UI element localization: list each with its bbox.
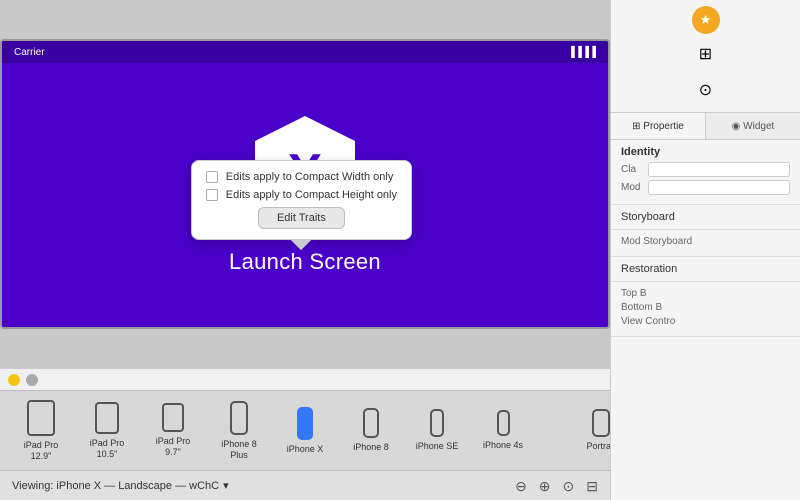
tab-widget[interactable]: ◉ Widget xyxy=(706,113,800,139)
device-ipad-pro-12[interactable]: iPad Pro12.9" xyxy=(16,400,66,462)
iphone-shape xyxy=(363,408,379,438)
zoom-fit-button[interactable]: ⊙ xyxy=(563,479,575,493)
toolbar-icon-star[interactable]: ★ xyxy=(692,6,720,34)
class-label: Cla xyxy=(621,164,636,175)
status-bar: Carrier ▐▐▐▐ xyxy=(2,41,608,63)
device-label-iphone-8: iPhone 8 xyxy=(353,442,389,453)
view-controller-row: View Contro xyxy=(621,316,790,327)
restoration-label: Restoration xyxy=(621,263,677,275)
ipad-pro-12-icon xyxy=(27,400,55,436)
tab-properties[interactable]: ⊞ Propertie xyxy=(611,113,706,139)
top-label: Top B xyxy=(621,288,647,299)
storyboard-label: Storyboard xyxy=(621,211,675,223)
compact-width-label: Edits apply to Compact Width only xyxy=(226,171,394,183)
ipad-shape xyxy=(162,403,184,432)
frame-bottom-bar xyxy=(0,368,610,390)
device-label-iphone-x: iPhone X xyxy=(287,444,324,455)
device-label-portrait: Portrait xyxy=(586,441,610,452)
device-ipad-pro-9[interactable]: iPad Pro9.7" xyxy=(148,403,198,458)
popover-box: Edits apply to Compact Width only Edits … xyxy=(191,160,412,240)
toolbar-icon-grid[interactable]: ⊞ xyxy=(690,38,722,70)
iphone-8-plus-icon xyxy=(230,401,248,435)
zoom-in-button[interactable]: ⊕ xyxy=(539,479,551,493)
mod-storyboard-section: Mod Storyboard xyxy=(611,230,800,257)
top-bottom-row: Top B xyxy=(621,288,790,299)
canvas-area: ◁ Carrier ▐▐▐▐ X Launc xyxy=(0,0,610,500)
view-controller-label: View Contro xyxy=(621,316,675,327)
portrait-shape xyxy=(592,409,610,437)
launch-screen-title: Launch Screen xyxy=(229,249,381,275)
identity-title: Identity xyxy=(621,146,790,158)
battery-indicator: ▐▐▐▐ xyxy=(568,47,596,58)
zoom-actual-button[interactable]: ⊟ xyxy=(586,479,598,493)
iphone-8-icon xyxy=(363,408,379,438)
iphone-shape xyxy=(497,410,510,436)
compact-width-checkbox[interactable] xyxy=(206,171,218,183)
traits-popover: Edits apply to Compact Width only Edits … xyxy=(191,160,412,250)
bottom-label: Bottom B xyxy=(621,302,662,313)
iphone-se-icon xyxy=(430,409,444,437)
compact-height-row: Edits apply to Compact Height only xyxy=(206,189,397,201)
module-input[interactable] xyxy=(648,180,790,195)
edit-traits-button[interactable]: Edit Traits xyxy=(258,207,345,229)
chevron-down-icon[interactable]: ▾ xyxy=(223,479,229,492)
device-label-iphone-se: iPhone SE xyxy=(416,441,459,452)
identity-section: Identity Cla Mod xyxy=(611,140,800,205)
device-picker: iPad Pro12.9" iPad Pro10.5" iPad Pro9.7" xyxy=(0,390,610,470)
compact-height-checkbox[interactable] xyxy=(206,189,218,201)
ipad-shape xyxy=(27,400,55,436)
zoom-controls: ⊖ ⊕ ⊙ ⊟ xyxy=(515,479,598,493)
device-label-iphone-4s: iPhone 4s xyxy=(483,440,523,451)
widget-label: ◉ Widget xyxy=(732,121,775,132)
ipad-pro-10-icon xyxy=(95,402,119,434)
inspector-extra: Top B Bottom B View Contro xyxy=(611,282,800,337)
canvas-scroll: ◁ Carrier ▐▐▐▐ X Launc xyxy=(0,0,610,368)
device-iphone-4s[interactable]: iPhone 4s xyxy=(478,410,528,451)
device-iphone-se[interactable]: iPhone SE xyxy=(412,409,462,452)
carrier-label: Carrier xyxy=(14,47,45,58)
edit-traits-container: Edit Traits xyxy=(206,207,397,229)
toolbar-icon-circle[interactable]: ⊙ xyxy=(690,74,722,106)
device-label-ipad-pro-10: iPad Pro10.5" xyxy=(90,438,125,460)
bottom-bar: Viewing: iPhone X — Landscape — wChC ▾ ⊖… xyxy=(0,470,610,500)
mod-storyboard-row: Mod Storyboard xyxy=(621,236,790,247)
properties-label: ⊞ Propertie xyxy=(632,121,684,132)
right-panel: ★ ⊞ ⊙ ⊞ Propertie ◉ Widget Identity Cla … xyxy=(610,0,800,500)
popover-arrow xyxy=(291,240,311,250)
device-portrait[interactable]: Portrait xyxy=(576,409,610,452)
ipad-shape xyxy=(95,402,119,434)
bottom-row: Bottom B xyxy=(621,302,790,313)
iphone-x-icon xyxy=(297,407,313,440)
device-iphone-x[interactable]: iPhone X xyxy=(280,407,330,455)
device-label-ipad-pro-12: iPad Pro12.9" xyxy=(24,440,59,462)
iphone-x-shape xyxy=(297,407,313,440)
yellow-dot xyxy=(8,374,20,386)
device-iphone-8-plus[interactable]: iPhone 8Plus xyxy=(214,401,264,461)
device-iphone-8[interactable]: iPhone 8 xyxy=(346,408,396,453)
device-label-ipad-pro-9: iPad Pro9.7" xyxy=(156,436,191,458)
right-toolbar: ★ ⊞ ⊙ xyxy=(611,0,800,113)
gray-dot xyxy=(26,374,38,386)
restoration-section: Restoration xyxy=(611,257,800,282)
compact-height-label: Edits apply to Compact Height only xyxy=(226,189,397,201)
viewing-text: Viewing: iPhone X — Landscape — wChC xyxy=(12,480,219,492)
class-row: Cla xyxy=(621,162,790,177)
iphone-4s-icon xyxy=(497,410,510,436)
module-row: Mod xyxy=(621,180,790,195)
viewing-label: Viewing: iPhone X — Landscape — wChC ▾ xyxy=(12,479,229,492)
storyboard-section: Storyboard xyxy=(611,205,800,230)
inspector-tabs: ⊞ Propertie ◉ Widget xyxy=(611,113,800,140)
iphone-shape xyxy=(430,409,444,437)
class-input[interactable] xyxy=(648,162,790,177)
ipad-pro-9-icon xyxy=(162,403,184,432)
portrait-icon xyxy=(592,409,610,437)
zoom-out-button[interactable]: ⊖ xyxy=(515,479,527,493)
module-label: Mod xyxy=(621,182,640,193)
iphone-shape xyxy=(230,401,248,435)
device-ipad-pro-10[interactable]: iPad Pro10.5" xyxy=(82,402,132,460)
compact-width-row: Edits apply to Compact Width only xyxy=(206,171,397,183)
mod-storyboard-label: Mod Storyboard xyxy=(621,236,692,247)
device-label-iphone-8-plus: iPhone 8Plus xyxy=(221,439,257,461)
